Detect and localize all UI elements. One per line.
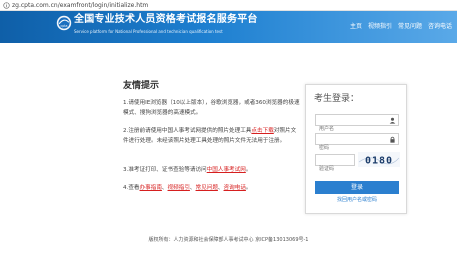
tip-3-text-b: 。 (245, 167, 252, 173)
nav-item-contact[interactable]: 咨询电话 (428, 23, 452, 31)
tip-2-text-a: 2.注册前请使用中国人事考试网提供的照片处理工具 (123, 128, 252, 134)
username-field[interactable] (315, 114, 399, 134)
logo-icon: cpta (56, 15, 72, 31)
video-guide-link[interactable]: 视频指引 (168, 185, 190, 191)
password-field[interactable] (315, 133, 399, 153)
user-icon (389, 117, 396, 124)
download-tool-link[interactable]: 点击下载 (251, 128, 273, 134)
site-subtitle: Service platform for National Profession… (74, 29, 223, 34)
svg-text:cpta: cpta (61, 24, 68, 28)
tip-1: 1.请使用IE浏览器（10以上版本），谷歌浏览器，或者360浏览器的极速模式、搜… (123, 98, 301, 118)
nav-item-faq[interactable]: 常见问题 (398, 23, 422, 31)
top-nav: 主页 视频指引 常见问题 咨询电话 (350, 23, 452, 31)
login-panel: 考生登录： 0180 登录 找回用户名或密码 (305, 84, 407, 214)
footer-copyright: 版权所有：人力资源和社会保障部人事考试中心 京ICP备13013069号-1 (148, 237, 309, 243)
captcha-text: 0180 (365, 156, 393, 167)
info-icon[interactable] (3, 2, 10, 9)
tip-4-text-a: 4.查看 (123, 185, 140, 191)
tip-3: 3.准考证打印、证书查验等请访问中国人事考试网。 (123, 165, 301, 175)
url-text[interactable]: zg.cpta.com.cn/examfront/login/initializ… (12, 1, 148, 10)
tip-1-text: 1.请使用IE浏览器（10以上版本），谷歌浏览器，或者360浏览器的极速模式、搜… (123, 100, 300, 116)
faq-link[interactable]: 常见问题 (196, 185, 218, 191)
login-title: 考生登录： (314, 94, 360, 104)
login-button[interactable]: 登录 (315, 181, 399, 194)
captcha-field[interactable] (315, 154, 355, 174)
lock-icon (390, 136, 395, 143)
captcha-image[interactable]: 0180 (358, 152, 400, 167)
tip-3-text-a: 3.准考证打印、证书查验等请访问 (123, 167, 207, 173)
contact-link[interactable]: 咨询电话 (224, 185, 246, 191)
nav-item-video-guide[interactable]: 视频指引 (368, 23, 392, 31)
nav-item-home[interactable]: 主页 (350, 23, 362, 31)
tips-title: 友情提示 (123, 81, 160, 91)
guide-link[interactable]: 办事指南 (140, 185, 162, 191)
tip-4: 4.查看办事指南、视频指引、常见问题、咨询电话。 (123, 183, 301, 193)
captcha-input[interactable] (316, 164, 354, 174)
forgot-credentials-link[interactable]: 找回用户名或密码 (306, 197, 408, 204)
site-header: cpta 全国专业技术人员资格考试报名服务平台 Service platform… (0, 11, 457, 43)
site-title: 全国专业技术人员资格考试报名服务平台 (74, 14, 258, 25)
browser-address-bar[interactable]: zg.cpta.com.cn/examfront/login/initializ… (0, 0, 457, 11)
tip-2: 2.注册前请使用中国人事考试网提供的照片处理工具点击下载对照片文件进行处理。未经… (123, 126, 301, 146)
tip-4-end: 。 (245, 185, 252, 191)
cpta-site-link[interactable]: 中国人事考试网 (207, 167, 246, 173)
